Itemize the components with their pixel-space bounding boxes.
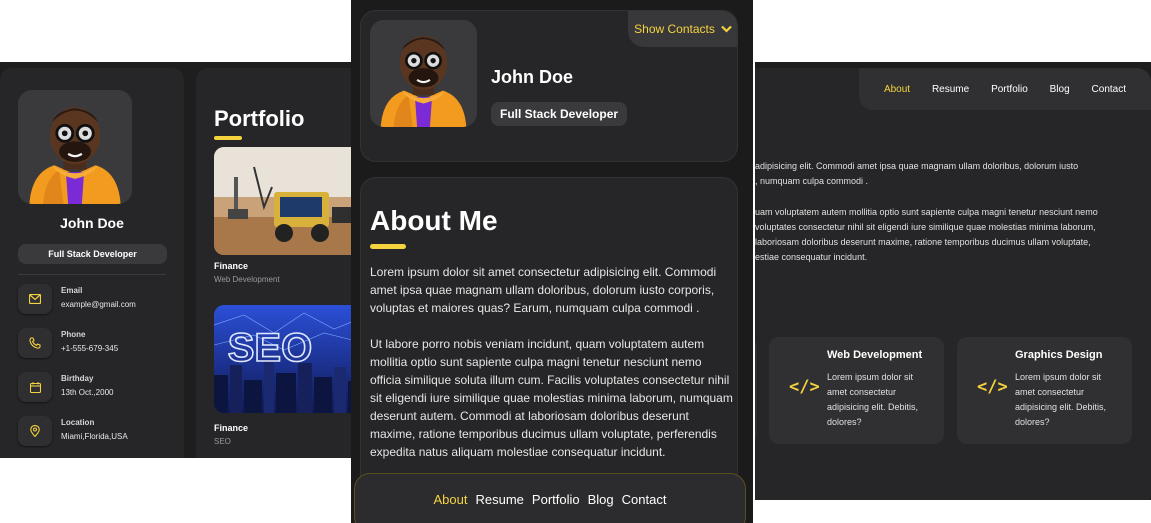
- about-text-line: , numquam culpa commodi .: [755, 176, 869, 186]
- about-text-line: uam voluptatem autem mollitia optio sunt…: [755, 207, 1098, 217]
- contact-label: Email: [61, 286, 83, 295]
- tablet-screenshot-panel: John Doe Full Stack Developer Show Conta…: [351, 0, 753, 523]
- avatar-image: [370, 20, 477, 127]
- avatar-image: [18, 90, 132, 204]
- contact-value: Miami,Florida,USA: [61, 432, 128, 441]
- profile-name: John Doe: [491, 67, 574, 87]
- nav-blog[interactable]: Blog: [588, 492, 614, 523]
- nav-portfolio[interactable]: Portfolio: [532, 492, 580, 523]
- about-paragraph: Ut labore porro nobis veniam incidunt, q…: [370, 337, 733, 459]
- desktop-screenshot-panel: About Resume Portfolio Blog Contact adip…: [755, 62, 1151, 500]
- service-description: Lorem ipsum dolor sit amet consectetur a…: [827, 372, 919, 427]
- service-card-partial: [755, 337, 757, 444]
- title-underline: [370, 244, 406, 249]
- about-text-line: adipisicing elit. Commodi amet ipsa quae…: [755, 161, 1079, 171]
- project-category: SEO: [214, 437, 231, 446]
- service-title: Graphics Design: [1015, 349, 1103, 361]
- phone-icon: [18, 328, 52, 358]
- portfolio-section: Portfolio Finance Web Development SEO Fi…: [196, 68, 360, 458]
- electronics-image: [214, 147, 360, 255]
- about-text-line: laboriosam doloribus deserunt maxime, ra…: [755, 237, 1091, 247]
- nav-about[interactable]: About: [884, 84, 910, 95]
- nav-blog[interactable]: Blog: [1050, 84, 1070, 95]
- project-category: Web Development: [214, 275, 280, 284]
- service-card: </> Graphics Design Lorem ipsum dolor si…: [957, 337, 1132, 444]
- project-thumbnail[interactable]: [214, 147, 360, 255]
- section-title: Portfolio: [214, 106, 305, 131]
- avatar: [370, 20, 477, 127]
- nav-contact[interactable]: Contact: [1092, 84, 1126, 95]
- contact-email: Email example@gmail.com: [18, 284, 178, 318]
- project-thumbnail[interactable]: SEO: [214, 305, 360, 413]
- divider: [18, 274, 166, 275]
- section-title: About Me: [370, 205, 498, 236]
- contact-label: Phone: [61, 330, 86, 339]
- code-icon: </>: [789, 377, 820, 397]
- contact-value: 13th Oct.,2000: [61, 388, 114, 397]
- project-title: Finance: [214, 261, 249, 271]
- avatar: [18, 90, 132, 204]
- contact-phone: Phone +1-555-679-345: [18, 328, 178, 362]
- code-icon: </>: [977, 377, 1008, 397]
- profile-header-card: John Doe Full Stack Developer Show Conta…: [360, 10, 738, 162]
- about-text-line: estiae consequatur incidunt.: [755, 252, 868, 262]
- show-contacts-label: Show Contacts: [634, 21, 715, 36]
- profile-name: John Doe: [60, 215, 124, 231]
- role-badge: Full Stack Developer: [491, 102, 628, 126]
- bottom-navbar: About Resume Portfolio Blog Contact: [354, 473, 746, 523]
- contact-label: Birthday: [61, 374, 94, 383]
- contact-location: Location Miami,Florida,USA: [18, 416, 178, 450]
- calendar-icon: [18, 372, 52, 402]
- about-section: About Resume Portfolio Blog Contact adip…: [755, 68, 1151, 500]
- nav-about[interactable]: About: [434, 492, 468, 523]
- contact-birthday: Birthday 13th Oct.,2000: [18, 372, 178, 406]
- seo-city-image: SEO: [214, 305, 360, 413]
- contact-value[interactable]: example@gmail.com: [61, 300, 136, 309]
- seo-image-text: SEO: [228, 326, 312, 370]
- service-description: Lorem ipsum dolor sit amet consectetur a…: [1015, 372, 1107, 427]
- contact-label: Location: [61, 418, 95, 427]
- mobile-screenshot-panel: John Doe Full Stack Developer Email exam…: [0, 62, 360, 458]
- title-underline: [214, 136, 242, 140]
- service-card: </> Web Development Lorem ipsum dolor si…: [769, 337, 944, 444]
- service-title: Web Development: [827, 349, 923, 361]
- about-paragraph: Lorem ipsum dolor sit amet consectetur a…: [370, 265, 717, 315]
- nav-resume[interactable]: Resume: [476, 492, 524, 523]
- location-pin-icon: [18, 416, 52, 446]
- nav-contact[interactable]: Contact: [622, 492, 667, 523]
- nav-portfolio[interactable]: Portfolio: [991, 84, 1028, 95]
- mail-icon: [18, 284, 52, 314]
- role-badge: Full Stack Developer: [18, 244, 167, 264]
- show-contacts-button[interactable]: Show Contacts: [628, 11, 737, 47]
- project-title: Finance: [214, 423, 249, 433]
- top-navbar: About Resume Portfolio Blog Contact: [859, 68, 1151, 110]
- contact-value[interactable]: +1-555-679-345: [61, 344, 118, 353]
- about-text-line: voluptates consectetur nihil sit eligend…: [755, 222, 1096, 232]
- profile-sidebar: John Doe Full Stack Developer Email exam…: [0, 68, 184, 458]
- about-me-section: About Me Lorem ipsum dolor sit amet cons…: [360, 177, 738, 523]
- nav-resume[interactable]: Resume: [932, 84, 969, 95]
- chevron-down-icon: [721, 25, 732, 33]
